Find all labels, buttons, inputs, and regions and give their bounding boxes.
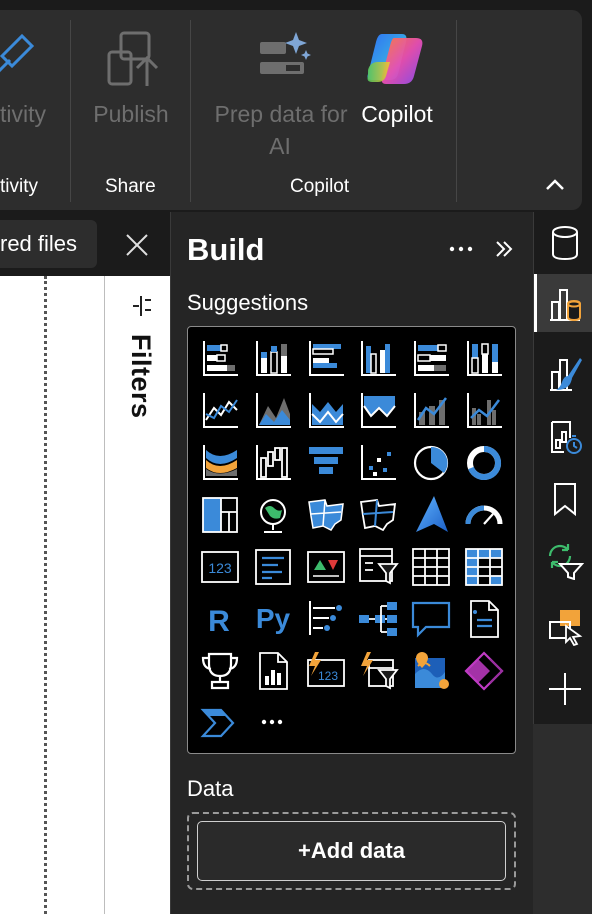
r-script-visual-icon[interactable]: R (199, 598, 241, 640)
collapse-ribbon-chevron-up-icon[interactable] (543, 174, 567, 196)
line-chart-icon[interactable] (199, 390, 241, 432)
paginated-report-icon[interactable] (463, 598, 505, 640)
suggestions-label: Suggestions (187, 290, 309, 315)
100-stacked-area-chart-icon[interactable] (357, 390, 399, 432)
stacked-bar-chart-icon[interactable] (199, 338, 241, 380)
sync-slicers-icon (548, 544, 584, 580)
expand-pane-chevron-icon[interactable] (494, 238, 514, 260)
rail-item-add[interactable] (534, 660, 592, 718)
sensitivity-icon[interactable] (0, 28, 34, 84)
card-new-icon[interactable]: 123 (305, 650, 347, 692)
decomposition-tree-icon[interactable] (357, 598, 399, 640)
svg-text:123: 123 (318, 669, 338, 683)
filters-label[interactable]: Filters (120, 334, 160, 454)
rail-item-format[interactable] (534, 344, 592, 402)
rail-item-performance-analyzer[interactable] (534, 408, 592, 466)
funnel-chart-icon[interactable] (305, 442, 347, 484)
data-section-label: Data (187, 776, 234, 801)
stacked-area-chart-icon[interactable] (305, 390, 347, 432)
svg-text:R: R (208, 605, 230, 638)
copilot-group-label: Copilot (290, 176, 350, 197)
filters-label-text: Filters (126, 334, 156, 419)
close-icon[interactable] (124, 232, 150, 258)
pie-chart-icon[interactable] (410, 442, 452, 484)
rail-item-data[interactable] (534, 214, 592, 272)
donut-chart-icon[interactable] (463, 442, 505, 484)
qa-icon[interactable] (410, 598, 452, 640)
key-influencers-icon[interactable] (305, 598, 347, 640)
gauge-icon[interactable] (463, 494, 505, 536)
slicer-icon[interactable] (357, 546, 399, 588)
publish-button-label[interactable]: Publish (86, 98, 176, 130)
performance-analyzer-icon (551, 421, 582, 454)
100-stacked-column-chart-icon[interactable] (463, 338, 505, 380)
format-pane-icon (550, 358, 582, 391)
treemap-icon[interactable] (199, 494, 241, 536)
100-stacked-bar-chart-icon[interactable] (410, 338, 452, 380)
multi-row-card-icon[interactable] (252, 546, 294, 588)
filled-map-icon[interactable] (305, 494, 347, 536)
map-icon[interactable] (252, 494, 294, 536)
report-canvas[interactable] (0, 276, 104, 914)
svg-text:123: 123 (208, 560, 232, 576)
more-options-icon[interactable] (448, 236, 474, 262)
azure-map-icon[interactable] (410, 494, 452, 536)
power-automate-icon[interactable] (199, 702, 241, 744)
prep-data-for-ai-icon[interactable] (256, 30, 312, 80)
line-stacked-column-chart-icon[interactable] (410, 390, 452, 432)
canvas-page-boundary (44, 276, 47, 914)
svg-text:Py: Py (256, 603, 291, 634)
publish-icon[interactable] (105, 30, 163, 88)
slicer-new-icon[interactable] (357, 650, 399, 692)
ribbon: tivity tivity Publish Share Prep data fo… (0, 0, 592, 212)
more-visuals-icon[interactable] (252, 702, 294, 744)
line-clustered-column-chart-icon[interactable] (463, 390, 505, 432)
build-pane-title: Build (187, 232, 265, 267)
matrix-icon[interactable] (463, 546, 505, 588)
pane-switcher-rail-footer (533, 724, 592, 914)
arcgis-map-icon[interactable] (410, 650, 452, 692)
add-data-button[interactable]: +Add data (197, 821, 506, 881)
tab-shared-files[interactable]: red files (0, 220, 97, 268)
rail-item-sync-slicers[interactable] (534, 532, 592, 590)
scatter-chart-icon[interactable] (357, 442, 399, 484)
build-pane-icon (550, 289, 581, 322)
kpi-icon[interactable] (305, 546, 347, 588)
data-pane-icon (552, 226, 578, 261)
goals-icon[interactable] (199, 650, 241, 692)
stacked-column-chart-icon[interactable] (252, 338, 294, 380)
copilot-button-label[interactable]: Copilot (352, 98, 442, 130)
rail-item-build[interactable] (534, 274, 592, 332)
prep-data-for-ai-button-label[interactable]: Prep data for (210, 98, 352, 130)
ribbon-separator (70, 20, 71, 202)
sensitivity-button-label[interactable]: tivity (0, 98, 52, 130)
bookmarks-icon (554, 483, 576, 517)
card-icon[interactable]: 123 (199, 546, 241, 588)
rail-item-selection[interactable] (534, 598, 592, 656)
filter-icon[interactable] (131, 294, 153, 318)
sensitivity-group-label: tivity (0, 176, 38, 197)
waterfall-chart-icon[interactable] (252, 442, 294, 484)
ribbon-separator (456, 20, 457, 202)
power-apps-icon[interactable] (463, 650, 505, 692)
clustered-column-chart-icon[interactable] (357, 338, 399, 380)
python-visual-icon[interactable]: Py (252, 598, 294, 640)
ribbon-separator (190, 20, 191, 202)
copilot-icon[interactable] (364, 30, 428, 88)
area-chart-icon[interactable] (252, 390, 294, 432)
narrative-icon[interactable] (252, 650, 294, 692)
ribbon-chart-icon[interactable] (199, 442, 241, 484)
shape-map-icon[interactable] (357, 494, 399, 536)
prep-data-for-ai-button-label-line2[interactable]: AI (260, 130, 300, 162)
selection-pane-icon (549, 610, 583, 646)
table-icon[interactable] (410, 546, 452, 588)
add-pane-icon (549, 673, 581, 705)
rail-item-bookmarks[interactable] (534, 470, 592, 528)
share-group-label: Share (105, 176, 156, 197)
clustered-bar-chart-icon[interactable] (305, 338, 347, 380)
